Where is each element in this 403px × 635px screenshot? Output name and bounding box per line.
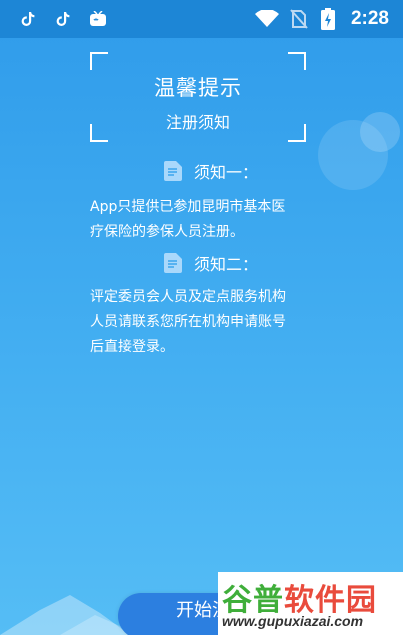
document-icon [164, 253, 182, 273]
tiktok-icon [53, 9, 73, 29]
notice-line: 疗保险的参保人员注册。 [90, 224, 244, 240]
page-subtitle: 注册须知 [165, 113, 230, 132]
no-sim-icon [289, 9, 309, 29]
wifi-icon [255, 9, 279, 29]
tv-app-icon [88, 9, 108, 29]
tiktok-icon [18, 9, 38, 29]
notice-line: 评定委员会人员及定点服务机构 [90, 289, 286, 305]
notice-line: 人员请联系您所在机构申请账号 [90, 314, 286, 330]
page-title: 温馨提示 [154, 76, 242, 100]
document-icon [164, 161, 182, 181]
notice-text-2: 评定委员会人员及定点服务机构 人员请联系您所在机构申请账号 后直接登录。 [90, 285, 320, 360]
status-time: 2:28 [350, 8, 389, 29]
notice-line: App只提供已参加昆明市基本医 [90, 199, 286, 215]
watermark-url: www.gupuxiazai.com [222, 613, 364, 629]
header-frame: 温馨提示 注册须知 [90, 52, 306, 142]
notice-text-1: App只提供已参加昆明市基本医 疗保险的参保人员注册。 [90, 195, 320, 245]
notice-line: 后直接登录。 [90, 339, 174, 355]
status-bar: 2:28 [0, 0, 403, 38]
frame-corner-top-right [288, 52, 306, 70]
notice-heading-1: 须知一： [164, 160, 258, 182]
battery-charging-icon [318, 8, 338, 30]
notice-heading-2: 须知二： [164, 252, 258, 274]
notice-heading-label: 须知一： [194, 163, 259, 182]
app-screen: 2:28 温馨提示 注册须知 须知一： App只提供已参加昆明市基本医 疗保险的… [0, 0, 403, 635]
frame-corner-top-left [90, 52, 108, 70]
watermark-logo: 谷普软件园 www.gupuxiazai.com [218, 572, 403, 635]
notice-heading-label: 须知二： [194, 255, 259, 274]
decorative-bubble [360, 112, 400, 152]
